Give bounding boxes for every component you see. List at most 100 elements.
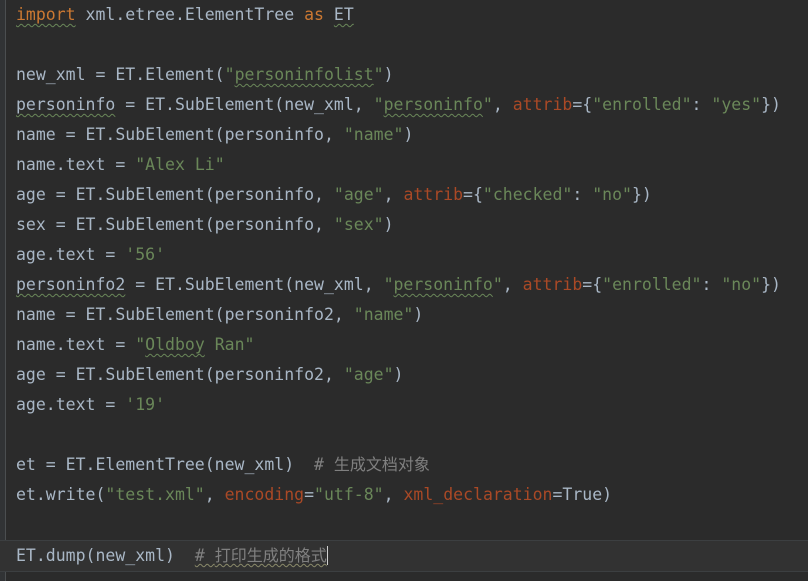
code-line[interactable]: name.text = "Alex Li" bbox=[0, 150, 808, 180]
code-token: age = ET.SubElement(personinfo2, bbox=[16, 365, 344, 384]
code-token: " bbox=[373, 65, 384, 84]
code-line[interactable]: new_xml = ET.Element("personinfolist") bbox=[0, 60, 808, 90]
code-token: personinfolist bbox=[234, 65, 374, 84]
code-line[interactable]: age.text = '19' bbox=[0, 390, 808, 420]
code-token: : bbox=[691, 95, 712, 114]
code-token: "name" bbox=[343, 125, 404, 144]
code-token: # bbox=[314, 455, 334, 474]
code-token: age.text = bbox=[16, 395, 126, 414]
code-token: name.text = bbox=[16, 335, 136, 354]
code-token: personinfo2 bbox=[16, 275, 126, 294]
code-token: Ran" bbox=[204, 335, 255, 354]
code-line[interactable]: age = ET.SubElement(personinfo, "age", a… bbox=[0, 180, 808, 210]
code-text-area[interactable]: import xml.etree.ElementTree as ET new_xm… bbox=[0, 0, 808, 581]
code-token: '19' bbox=[125, 395, 166, 414]
code-token: , bbox=[204, 485, 225, 504]
code-token: et.write( bbox=[16, 485, 106, 504]
code-token: : bbox=[572, 185, 593, 204]
code-token: "enrolled" bbox=[602, 275, 702, 294]
text-caret bbox=[326, 546, 328, 565]
code-editor[interactable]: import xml.etree.ElementTree as ET new_xm… bbox=[0, 0, 808, 581]
code-token: age = ET.SubElement(personinfo, bbox=[16, 185, 334, 204]
code-token: encoding bbox=[224, 485, 305, 504]
code-line[interactable]: age.text = '56' bbox=[0, 240, 808, 270]
code-token: , bbox=[383, 485, 404, 504]
code-token: attrib bbox=[512, 95, 573, 114]
code-token: name = ET.SubElement(personinfo, bbox=[16, 125, 344, 144]
code-token: ) bbox=[383, 215, 394, 234]
code-token: ={ bbox=[572, 95, 593, 114]
code-token: name = ET.SubElement(personinfo2, bbox=[16, 305, 354, 324]
code-token: , bbox=[492, 95, 513, 114]
code-line[interactable]: name.text = "Oldboy Ran" bbox=[0, 330, 808, 360]
code-token: sex = ET.SubElement(personinfo, bbox=[16, 215, 334, 234]
code-token: name.text = bbox=[16, 155, 136, 174]
code-token: True bbox=[562, 485, 603, 504]
code-token: " bbox=[492, 275, 503, 294]
code-token: import bbox=[16, 5, 76, 24]
code-line[interactable] bbox=[0, 420, 808, 450]
code-token: ) bbox=[403, 125, 414, 144]
code-token: = ET.SubElement(new_xml, bbox=[125, 275, 384, 294]
code-token: xml.etree.ElementTree bbox=[75, 5, 305, 24]
code-token: "Alex Li" bbox=[135, 155, 225, 174]
code-token: "test.xml" bbox=[105, 485, 205, 504]
code-token: ET.dump(new_xml) bbox=[16, 546, 195, 565]
code-line[interactable]: personinfo2 = ET.SubElement(new_xml, "pe… bbox=[0, 270, 808, 300]
code-line[interactable]: ET.dump(new_xml) # 打印生成的格式 bbox=[0, 540, 808, 572]
code-token: : bbox=[701, 275, 722, 294]
code-line[interactable]: name = ET.SubElement(personinfo, "name") bbox=[0, 120, 808, 150]
code-token: age.text = bbox=[16, 245, 126, 264]
code-token: , bbox=[383, 185, 404, 204]
code-token: "age" bbox=[333, 185, 384, 204]
code-token: = bbox=[304, 485, 315, 504]
code-token: '56' bbox=[125, 245, 166, 264]
code-token: ={ bbox=[582, 275, 603, 294]
code-token: 打印生成的格式 bbox=[214, 546, 327, 565]
code-token: " bbox=[482, 95, 493, 114]
code-token: "age" bbox=[343, 365, 394, 384]
code-token: " bbox=[135, 335, 146, 354]
code-line[interactable] bbox=[0, 510, 808, 540]
code-token: # bbox=[194, 546, 215, 565]
code-line[interactable]: et.write("test.xml", encoding="utf-8", x… bbox=[0, 480, 808, 510]
code-token: personinfo bbox=[383, 95, 483, 114]
code-token: 生成文档对象 bbox=[333, 455, 430, 474]
code-token: "checked" bbox=[482, 185, 573, 204]
code-token: "enrolled" bbox=[592, 95, 692, 114]
code-token: new_xml = ET.Element( bbox=[16, 65, 225, 84]
code-token: xml_declaration bbox=[403, 485, 553, 504]
code-token: }) bbox=[761, 275, 781, 294]
code-token: as bbox=[304, 5, 324, 24]
code-token: , bbox=[502, 275, 523, 294]
code-token: personinfo bbox=[393, 275, 493, 294]
code-token: = bbox=[552, 485, 563, 504]
code-token: ={ bbox=[463, 185, 483, 204]
code-token: "name" bbox=[353, 305, 414, 324]
code-token: ET bbox=[333, 5, 354, 24]
code-token: " bbox=[383, 275, 394, 294]
code-line[interactable] bbox=[0, 30, 808, 60]
code-token: et = ET.ElementTree(new_xml) bbox=[16, 455, 315, 474]
code-line[interactable]: age = ET.SubElement(personinfo2, "age") bbox=[0, 360, 808, 390]
code-line[interactable]: import xml.etree.ElementTree as ET bbox=[0, 0, 808, 30]
code-token: }) bbox=[631, 185, 652, 204]
code-token: attrib bbox=[522, 275, 583, 294]
code-token: Oldboy bbox=[145, 335, 205, 354]
code-token: " bbox=[373, 95, 384, 114]
code-token: }) bbox=[761, 95, 781, 114]
code-token: personinfo bbox=[16, 95, 116, 114]
code-line[interactable]: et = ET.ElementTree(new_xml) # 生成文档对象 bbox=[0, 450, 808, 480]
code-line[interactable]: sex = ET.SubElement(personinfo, "sex") bbox=[0, 210, 808, 240]
code-token: "yes" bbox=[711, 95, 762, 114]
code-token: "utf-8" bbox=[314, 485, 384, 504]
code-line[interactable]: personinfo = ET.SubElement(new_xml, "per… bbox=[0, 90, 808, 120]
code-token: ) bbox=[393, 365, 404, 384]
code-token: = ET.SubElement(new_xml, bbox=[115, 95, 374, 114]
code-token: "no" bbox=[592, 185, 632, 204]
code-token: ) bbox=[413, 305, 424, 324]
code-token: ) bbox=[383, 65, 394, 84]
code-line[interactable]: name = ET.SubElement(personinfo2, "name"… bbox=[0, 300, 808, 330]
code-token: "no" bbox=[721, 275, 762, 294]
